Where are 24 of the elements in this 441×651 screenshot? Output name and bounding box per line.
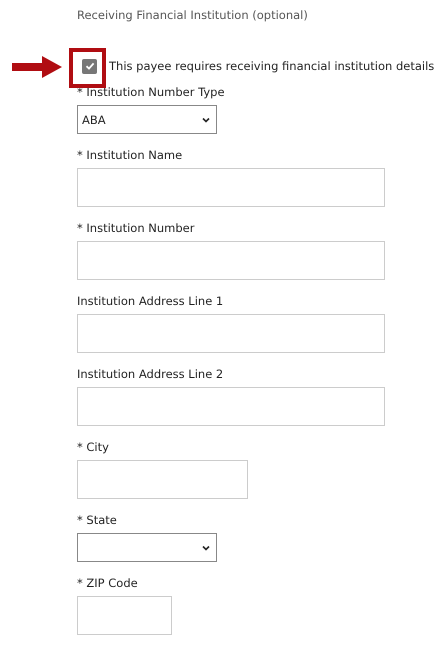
section-title: Receiving Financial Institution (optional)	[77, 7, 309, 24]
dropdown[interactable]: ABA	[77, 105, 217, 134]
input-field[interactable]	[77, 168, 385, 207]
dropdown[interactable]	[77, 533, 217, 562]
field-label: * ZIP Code	[77, 575, 138, 591]
field-label: * Institution Number Type	[77, 84, 225, 100]
input-field[interactable]	[77, 241, 385, 280]
input-field[interactable]	[77, 596, 172, 635]
arrow-icon	[12, 56, 62, 78]
checkbox-label: This payee requires receiving financial institution details	[109, 59, 434, 73]
chevron-icon	[202, 116, 210, 122]
highlight-frame	[69, 48, 106, 88]
check-icon	[84, 61, 94, 71]
field-label: * City	[77, 439, 109, 455]
input-field[interactable]	[77, 314, 385, 353]
input-field[interactable]	[77, 460, 248, 499]
field-label: Institution Address Line 1	[77, 293, 224, 309]
field-label: * Institution Number	[77, 220, 194, 236]
input-field[interactable]	[77, 387, 385, 426]
checkbox[interactable]	[82, 58, 97, 74]
field-label: Institution Address Line 2	[77, 366, 224, 382]
field-label: * State	[77, 512, 117, 528]
chevron-icon	[202, 544, 210, 550]
field-label: * Institution Name	[77, 147, 182, 163]
